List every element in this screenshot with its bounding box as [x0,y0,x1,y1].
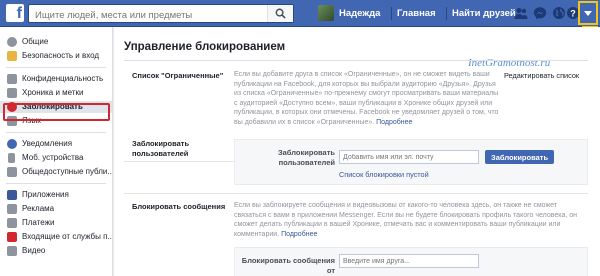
chevron-down-icon [584,11,592,16]
sidebar-item-timeline[interactable]: Хроника и метки [0,87,112,99]
mobile-icon [8,153,15,163]
block-users-input[interactable] [339,150,479,164]
block-messages-box: Блокировать сообщения от [234,247,588,276]
block-users-box: Заблокировать пользователей Заблокироват… [234,139,588,185]
edit-list-link[interactable]: Редактировать список [504,71,594,81]
sidebar-item-label: Видео [22,246,46,255]
payments-icon [7,218,17,228]
restricted-list-description: Если вы добавите друга в список «Огранич… [234,70,502,128]
sidebar-item-label: Безопасность и вход [22,51,100,60]
restricted-learn-more-link[interactable]: Подробнее [376,119,412,126]
sidebar-item-label: Общедоступные публи... [22,167,112,176]
timeline-icon [7,88,17,98]
sidebar-item-payments[interactable]: Платежи [0,217,112,229]
block-user-button[interactable]: Заблокировать [485,150,555,164]
sidebar-item-notifications[interactable]: Уведомления [0,138,112,150]
home-link[interactable]: Главная [397,8,436,19]
sidebar-item-label: Хроника и метки [22,88,84,97]
account-menu-dropdown[interactable] [578,1,598,25]
nav-divider [446,7,447,20]
rss-icon [7,167,17,177]
sidebar-item-support-inbox[interactable]: Входящие от службы п... [0,231,112,243]
top-navigation-bar: f Надежда Главная Найти друзей ? [0,0,600,27]
lock-icon [7,74,17,84]
messages-icon[interactable] [533,6,547,20]
sidebar-item-videos[interactable]: Видео [0,245,112,257]
sidebar-item-ads[interactable]: Реклама [0,203,112,215]
sidebar-item-security[interactable]: Безопасность и вход [0,50,112,62]
sidebar-item-label: Конфиденциальность [22,74,104,83]
block-messages-field-label: Блокировать сообщения от [241,256,335,275]
sidebar-group-apps: Приложения Реклама Платежи Входящие от с… [0,189,112,257]
blocking-settings-panel: Управление блокированием InetGramotnost.… [114,27,600,276]
profile-link[interactable]: Надежда [339,8,380,19]
globe-icon [7,139,17,149]
blocking-highlight-frame [3,103,110,121]
settings-sidebar: Общие Безопасность и вход Конфиденциальн… [0,27,113,276]
sidebar-item-public-posts[interactable]: Общедоступные публи... [0,166,112,178]
sidebar-item-privacy[interactable]: Конфиденциальность [0,73,112,85]
search-button[interactable] [267,5,293,22]
header-divider [124,60,588,61]
block-users-label: Заблокировать пользователей [132,139,190,158]
support-icon [7,232,17,242]
block-list-empty-note: Список блокировки пустой [339,170,429,179]
search-icon [275,8,286,19]
sidebar-group-notifications: Уведомления Моб. устройства Общедоступны… [0,138,112,178]
block-messages-label: Блокировать сообщения [132,202,226,211]
sidebar-item-label: Уведомления [22,139,73,148]
svg-text:?: ? [570,9,576,19]
sidebar-item-label: Моб. устройства [22,153,84,162]
sidebar-item-label: Реклама [22,204,55,213]
sidebar-item-general[interactable]: Общие [0,36,112,48]
sidebar-item-label: Общие [22,37,49,46]
sidebar-item-apps[interactable]: Приложения [0,189,112,201]
search-box [28,4,294,24]
find-friends-link[interactable]: Найти друзей [452,8,516,19]
ads-icon [7,204,17,214]
section-divider [124,193,588,194]
page-title: Управление блокированием [124,41,286,53]
video-icon [7,246,17,256]
sidebar-item-mobile[interactable]: Моб. устройства [0,152,112,164]
sidebar-item-label: Платежи [22,218,55,227]
nav-divider [391,7,392,20]
sidebar-group-account: Общие Безопасность и вход [0,27,112,62]
sidebar-item-label: Входящие от службы п... [22,232,112,241]
block-users-field-label: Заблокировать пользователей [277,148,335,167]
gear-icon [7,37,17,47]
sidebar-divider [6,183,106,184]
watermark: InetGramotnost.ru [468,57,551,69]
friend-requests-icon[interactable] [514,6,528,20]
facebook-logo-icon[interactable]: f [6,4,24,22]
avatar[interactable] [318,5,334,21]
sidebar-divider [6,67,106,68]
restricted-list-text: Если вы добавите друга в список «Огранич… [234,71,499,126]
block-messages-input[interactable] [339,254,479,268]
block-messages-learn-more-link[interactable]: Подробнее [281,231,317,238]
sidebar-divider [6,132,106,133]
restricted-list-label: Список "Ограниченные" [132,71,224,80]
search-input[interactable] [29,7,259,24]
sidebar-item-label: Приложения [22,190,69,199]
block-messages-description: Если вы заблокируете сообщения и видеовы… [234,201,588,239]
notifications-globe-icon[interactable] [552,6,566,20]
apps-icon [7,190,17,200]
shield-icon [7,51,17,61]
